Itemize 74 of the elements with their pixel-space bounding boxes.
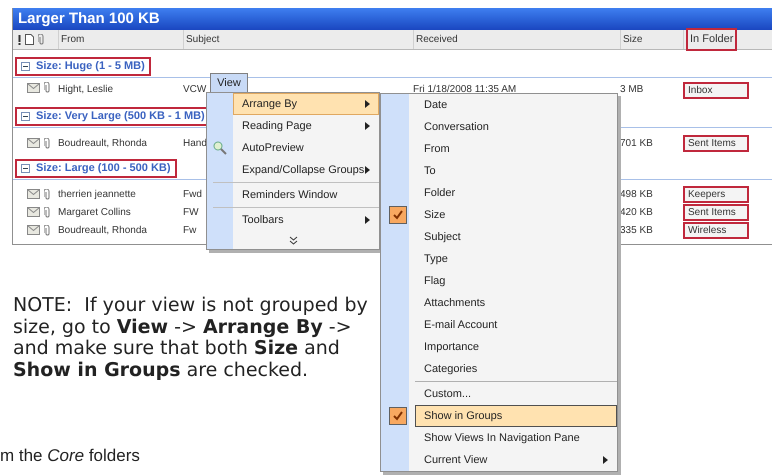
paperclip-icon: [38, 34, 45, 45]
submenu-arrow-icon: [365, 216, 370, 224]
menu-item[interactable]: Current View: [381, 449, 617, 471]
envelope-icon: [27, 225, 40, 235]
menu-item[interactable]: AutoPreview: [207, 137, 379, 159]
folder-cell: Sent Items: [683, 134, 749, 152]
menu-item[interactable]: To: [381, 160, 617, 182]
column-header[interactable]: In Folder: [686, 28, 738, 51]
menu-item[interactable]: Folder: [381, 182, 617, 204]
submenu-arrow-icon: [603, 456, 608, 464]
menu-item[interactable]: Subject: [381, 226, 617, 248]
envelope-icon: [27, 189, 40, 199]
size-text: 498 KB: [620, 188, 653, 200]
menu-item[interactable]: Attachments: [381, 292, 617, 314]
sender-text: Boudreault, Rhonda: [58, 138, 147, 148]
column-header[interactable]: From: [61, 32, 84, 47]
menu-item[interactable]: Toolbars: [207, 209, 379, 231]
paperclip-icon: [44, 82, 51, 93]
menu-item[interactable]: Categories: [381, 358, 617, 380]
note-text: NOTE: If your view is not grouped by size, go to View -> Arrange By -> and make sure that both Size and Show in Groups are checked.: [13, 295, 369, 381]
menu-item[interactable]: Size: [381, 204, 617, 226]
menu-item[interactable]: From: [381, 138, 617, 160]
menu-item[interactable]: Conversation: [381, 116, 617, 138]
menu-item[interactable]: Expand/Collapse Groups: [207, 159, 379, 181]
folder-cell: Wireless: [683, 222, 749, 238]
caption-text: m the Core folders: [0, 445, 140, 467]
subject-text: VCW: [183, 84, 206, 95]
received-text: Fri 1/18/2008 11:35 AM: [413, 84, 516, 95]
sender-text: Boudreault, Rhonda: [58, 224, 147, 236]
sender-text: therrien jeannette: [58, 188, 136, 200]
window-title-bar: Larger Than 100 KB: [13, 8, 772, 30]
sender-text: Margaret Collins: [58, 206, 131, 218]
submenu-arrow-icon: [365, 166, 370, 174]
expand-chevron-icon[interactable]: [288, 236, 298, 244]
group-header[interactable]: Size: Large (100 - 500 KB): [15, 159, 176, 178]
magnifier-icon: [212, 140, 228, 156]
folder-cell: Inbox: [683, 82, 749, 99]
size-text: 335 KB: [620, 224, 653, 236]
document-icon: [25, 34, 34, 45]
envelope-icon: [27, 82, 40, 92]
group-header[interactable]: Size: Huge (1 - 5 MB): [15, 57, 151, 76]
menu-item[interactable]: Flag: [381, 270, 617, 292]
submenu-arrow-icon: [365, 122, 370, 130]
collapse-icon: [21, 112, 30, 121]
submenu-arrow-icon: [365, 100, 370, 108]
size-text: 420 KB: [620, 206, 653, 218]
menu-item[interactable]: Reminders Window: [207, 184, 379, 206]
menu-item[interactable]: Date: [381, 94, 617, 116]
paperclip-icon: [44, 188, 51, 200]
column-header[interactable]: Received: [416, 32, 458, 47]
menu-item[interactable]: Show Views In Navigation Pane: [381, 427, 617, 449]
folder-cell: Sent Items: [683, 204, 749, 220]
subject-text: FW: [183, 206, 199, 218]
menu-item[interactable]: E-mail Account: [381, 314, 617, 336]
paperclip-icon: [44, 206, 51, 218]
paperclip-icon: [44, 224, 51, 236]
menu-item[interactable]: Type: [381, 248, 617, 270]
envelope-icon: [27, 207, 40, 217]
subject-text: Fwd: [183, 188, 202, 200]
subject-text: Fw: [183, 224, 196, 236]
view-menu-tab[interactable]: View: [210, 73, 248, 93]
column-header[interactable]: Subject: [186, 32, 220, 47]
column-header[interactable]: Size: [623, 32, 642, 47]
sender-text: Hight, Leslie: [58, 84, 114, 95]
paperclip-icon: [44, 138, 51, 148]
menu-item[interactable]: Custom...: [381, 383, 617, 405]
collapse-icon: [21, 62, 30, 71]
collapse-icon: [21, 164, 30, 173]
envelope-icon: [27, 138, 40, 148]
importance-icon: [18, 34, 21, 44]
size-text: 701 KB: [620, 138, 653, 148]
menu-item[interactable]: Importance: [381, 336, 617, 358]
size-text: 3 MB: [620, 84, 644, 95]
folder-cell: Keepers: [683, 186, 749, 202]
